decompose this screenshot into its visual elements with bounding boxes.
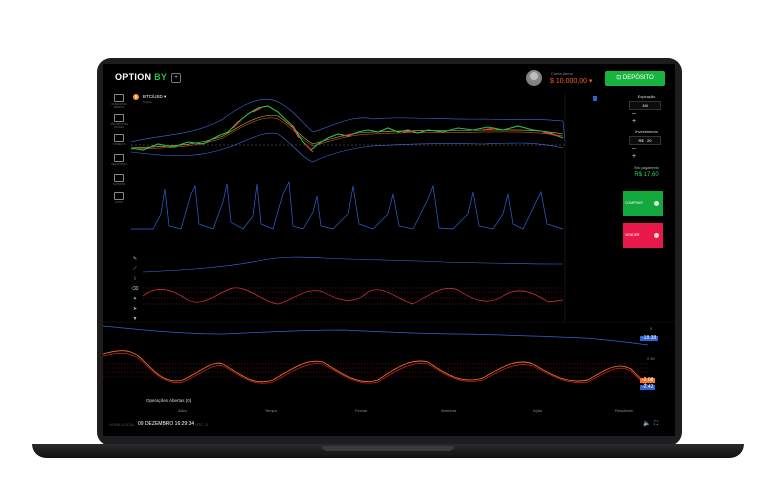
vote-icon[interactable]: ▼: [131, 316, 139, 326]
utc-offset: UTC -3: [195, 422, 208, 427]
trend-indicator-line: [142, 256, 564, 273]
eraser-icon[interactable]: ⌫: [131, 286, 139, 296]
volatility-indicator-line: [131, 180, 564, 230]
cursor-icon[interactable]: ➤: [131, 306, 139, 316]
expiry-field[interactable]: 1M: [629, 101, 661, 110]
open-operations-title[interactable]: Operações Abertas (0): [146, 398, 191, 403]
trading-app-screen: OPTION BY + Conta demo $ 10.000,00 ▾ ⊡ D…: [103, 64, 675, 436]
sell-button[interactable]: VENDER: [623, 223, 663, 248]
rsi-blue-tag: -2.42: [640, 384, 656, 390]
column-time: Tempo: [265, 408, 278, 413]
payout-value: R$ 17,60: [634, 172, 659, 178]
column-result: Resultado: [615, 408, 634, 413]
line-icon[interactable]: ⟋: [131, 266, 139, 276]
pencil-icon[interactable]: ✎: [131, 256, 139, 266]
brush-icon[interactable]: ⌇: [131, 276, 139, 286]
rsi-level-label: 2.50: [647, 356, 655, 361]
price-tag: [593, 96, 597, 101]
sound-icon[interactable]: 🔈: [643, 421, 650, 427]
rsi-levels: [103, 363, 648, 378]
investment-decrease-button[interactable]: –: [632, 145, 636, 152]
expiry-decrease-button[interactable]: –: [632, 110, 636, 117]
expiry-label: Expiração: [637, 94, 656, 99]
rsi-red-line: [103, 352, 649, 389]
column-open: Abertura: [441, 408, 457, 413]
price-pane[interactable]: [130, 98, 566, 163]
local-time-label: HORA LOCAL: [109, 422, 135, 427]
payout-label: Seu pagamento: [634, 166, 659, 170]
investment-label: Investimento: [635, 129, 658, 134]
macd-line: [103, 325, 649, 346]
arrow-up-icon: [654, 201, 659, 206]
arrow-down-icon: [654, 233, 659, 238]
investment-increase-button[interactable]: +: [632, 153, 636, 160]
clock: 09 DEZEMBRO 16:29:34: [138, 421, 195, 427]
investment-field[interactable]: R$ 20: [629, 136, 661, 145]
expiry-increase-button[interactable]: +: [632, 118, 636, 125]
column-asset: Ativo: [178, 408, 187, 413]
laptop-notch: [322, 446, 454, 451]
oscillator-levels: [143, 287, 563, 305]
buy-button[interactable]: COMPRAR: [623, 191, 663, 216]
price-chart-area[interactable]: [103, 64, 675, 404]
trade-panel: Expiração 1M – + Investimento R$ 20 – + …: [618, 92, 675, 352]
rsi-orange-tag: -2.08: [640, 377, 656, 383]
fullscreen-icon[interactable]: ⛶: [654, 421, 658, 427]
column-close: Fechar: [355, 408, 368, 413]
bollinger-lower: [130, 132, 564, 163]
footer-controls: 🔈 ⛶: [643, 420, 658, 428]
drawing-toolbar: ✎ ⟋ ⌇ ⌫ ✦ ➤ ▼: [131, 256, 139, 326]
column-action: Ação: [533, 408, 543, 413]
oscillator-red: [142, 287, 564, 305]
moving-average-orange: [130, 117, 564, 150]
magic-icon[interactable]: ✦: [131, 296, 139, 306]
